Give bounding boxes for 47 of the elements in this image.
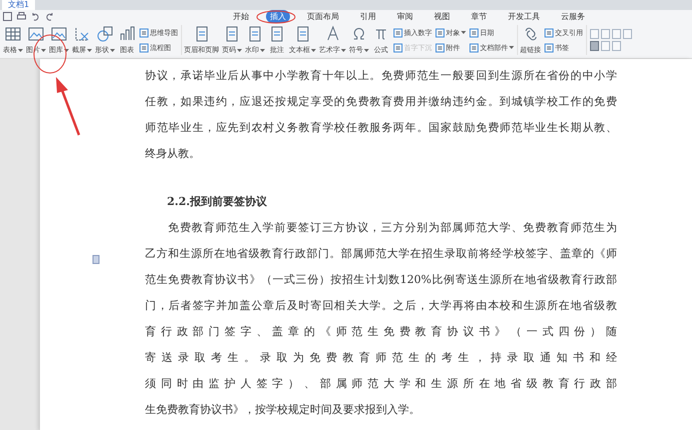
text-line: 师范毕业生，应先到农村义务教育学校任教服务两年。国家鼓励免费师范毕业生长期从教、 xyxy=(145,120,617,136)
ribbon-tab[interactable]: 审阅 xyxy=(393,10,417,22)
layout-button[interactable] xyxy=(601,41,610,51)
text-line: 寄送录取考生。录取为免费教育师范生的考生，持录取通知书和经 xyxy=(145,350,617,366)
shapes-icon xyxy=(98,26,112,42)
ribbon-tab[interactable]: 开发工具 xyxy=(504,10,544,22)
text-line: 免费教育师范生入学前要签订三方协议，三方分别为部属师范大学、免费教育师范生为 xyxy=(167,220,617,236)
layout-button[interactable] xyxy=(623,29,632,39)
layout-button[interactable] xyxy=(612,41,621,51)
screenshot-icon xyxy=(76,28,88,40)
annotation-ellipse xyxy=(256,10,296,24)
pi-icon xyxy=(376,30,386,40)
text-line: 协议，承诺毕业后从事中小学教育十年以上。免费师范生一般要回到生源所在省份的中小学 xyxy=(145,68,617,84)
undo-icon[interactable] xyxy=(31,12,40,20)
annotation-ellipse xyxy=(34,34,66,74)
ribbon-tab[interactable]: 视图 xyxy=(430,10,454,22)
print-icon[interactable] xyxy=(17,12,26,20)
text-line: 生免费教育协议书》，按学校规定时间及要求报到入学。 xyxy=(145,402,421,418)
annotation-arrow xyxy=(56,77,80,136)
save-icon[interactable] xyxy=(3,12,12,20)
redo-icon[interactable] xyxy=(45,12,54,20)
link-icon xyxy=(525,28,536,40)
layout-button[interactable] xyxy=(590,41,599,51)
text-line: 育行政部门签字、盖章的《师范生免费教育协议书》（一式四份）随 xyxy=(145,324,617,340)
ribbon-tab[interactable]: 云服务 xyxy=(557,10,589,22)
paragraph-icon xyxy=(92,255,101,264)
omega-icon xyxy=(354,28,364,40)
ribbon-tab[interactable]: 引用 xyxy=(356,10,380,22)
document-tab[interactable]: 文档1 xyxy=(2,0,36,10)
layout-button[interactable] xyxy=(612,29,621,39)
layout-button[interactable] xyxy=(601,29,610,39)
section-heading: 2.2.报到前要签协议 xyxy=(167,194,267,210)
gallery-icon xyxy=(52,28,66,40)
text-line: 乙方和生源所在地省级教育行政部门。部属师范大学在招生录取前将经学校签字、盖章的《师 xyxy=(145,246,617,262)
ribbon-tab[interactable]: 开始 xyxy=(229,10,253,22)
table-icon xyxy=(6,28,20,40)
text-line: 门，后者签字并加盖公章后及时寄回相关大学。之后，大学再将由本校和生源所在地省级教 xyxy=(145,298,617,314)
text-line: 范生免费教育协议书》（一式三份）按招生计划数120%比例寄送生源所在地省级教育行政部 xyxy=(145,272,617,288)
text-line: 须同时由监护人签字）、部属师范大学和生源所在地省级教育行政部 xyxy=(145,376,617,392)
text-line: 终身从教。 xyxy=(145,146,201,162)
layout-button[interactable] xyxy=(590,29,599,39)
picture-icon xyxy=(28,28,44,40)
ribbon-tab[interactable]: 页面布局 xyxy=(303,10,343,22)
art-text-icon xyxy=(327,26,338,40)
text-line: 任教，如果违约，应退还按规定享受的免费教育费用并缴纳违约金。到城镇学校工作的免费 xyxy=(145,94,617,110)
ribbon-tab[interactable]: 章节 xyxy=(467,10,491,22)
chart-icon xyxy=(120,26,134,40)
